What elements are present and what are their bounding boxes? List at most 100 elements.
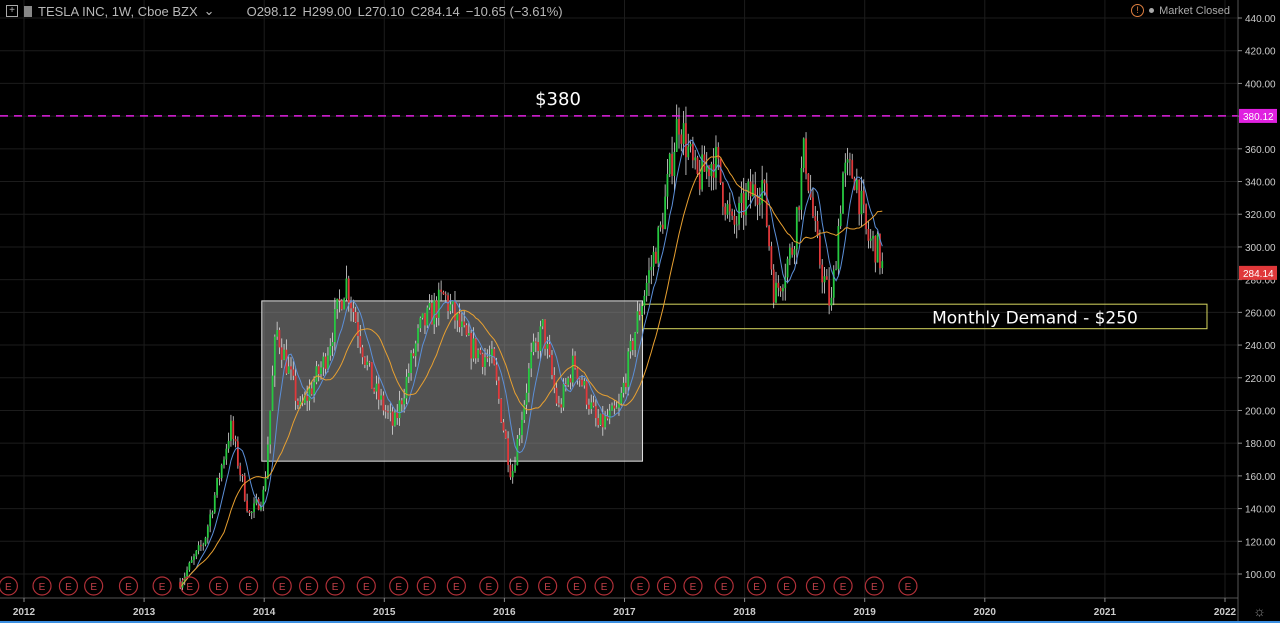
candle-body [775,282,777,303]
candle-body [855,179,858,190]
candle-body [872,235,874,239]
price-tick-label: 360.00 [1245,145,1276,156]
candle-body [788,247,791,259]
warning-icon[interactable]: ! [1131,4,1145,17]
symbol-title[interactable]: TESLA INC, 1W, Cboe BZX [38,4,198,19]
candle-body [768,226,770,247]
change-value: −10.65 (−3.61%) [465,3,563,19]
candle-body [601,414,604,428]
candle-body [655,251,657,264]
candle-body [320,367,322,375]
candle-body [691,143,694,161]
candle-body [588,404,590,409]
candle-body [747,181,750,193]
candle-body [345,278,348,299]
candle-body [583,381,586,386]
candle-body [530,351,533,369]
candle-body [518,435,521,439]
candle-body [216,478,218,496]
candle-body [849,159,851,161]
earnings-marker-label: E [39,582,46,593]
candle-body [454,300,456,321]
candle-body [188,562,191,570]
candle-body [590,402,593,409]
earnings-marker-label: E [65,582,72,593]
candle-body [315,366,318,383]
candle-body [687,146,690,158]
market-status-label: Market Closed [1159,4,1230,17]
candle-body [562,383,565,408]
candle-body [731,211,734,216]
candle-body [689,143,692,147]
candle-body [560,404,563,408]
candle-body [800,168,803,210]
candle-body [232,420,235,440]
earnings-marker-label: E [215,582,222,593]
candle-body [444,294,447,296]
earnings-marker-label: E [485,582,492,593]
candle-body [830,297,833,306]
candle-body [839,213,842,227]
candle-body [234,439,237,442]
candle-body [604,416,606,428]
price-chart[interactable]: $380 Monthly Demand - $250 E E E E E E E E E E E E E E E… [0,0,1280,623]
candle-body [396,412,399,419]
candle-body [382,395,385,411]
candle-body [417,328,419,344]
candle-body [638,311,641,316]
time-tick-label: 2016 [493,607,516,618]
candle-body [463,321,466,326]
candle-body [624,382,627,388]
candle-body [641,306,643,316]
candle-body [721,182,724,207]
candle-body [456,313,459,321]
candle-body [597,418,600,426]
expand-icon[interactable]: + [6,5,18,17]
candle-body [569,378,572,383]
candle-body [394,412,396,426]
candle-body [728,204,731,212]
time-tick-label: 2017 [613,607,636,618]
candle-body [673,151,676,176]
candle-body [389,411,392,413]
open-value: O298.12 [246,3,297,19]
candle-body [495,364,498,381]
candle-body [336,298,339,310]
low-value: L270.10 [357,3,405,19]
candle-body [694,157,697,161]
price-tick-label: 340.00 [1245,178,1276,189]
candle-body [465,325,468,336]
candle-body [558,403,560,405]
candle-body [437,289,440,318]
resistance-price-label: 380.12 [1243,112,1274,123]
candle-body [537,342,540,351]
earnings-marker-label: E [395,582,402,593]
candle-body [666,174,669,197]
candle-body [502,422,505,431]
price-tick-label: 120.00 [1245,537,1276,548]
candle-body [835,269,837,271]
candle-body [546,344,549,349]
candle-body [440,289,443,292]
candle-body [350,302,352,309]
candle-body [805,138,807,174]
earnings-marker-label: E [5,582,12,593]
candle-body [571,355,574,383]
candle-body [869,238,872,241]
candle-body [555,387,558,404]
candle-body [525,392,528,405]
candle-body [384,410,387,412]
earnings-marker-label: E [871,582,878,593]
candle-body [592,402,595,407]
candle-body [306,395,309,401]
candle-body [860,190,863,215]
earnings-marker-label: E [453,582,460,593]
candle-body [497,380,500,399]
settings-icon[interactable]: ☼ [1253,603,1266,619]
demand-annotation: Monthly Demand - $250 [932,308,1138,328]
candle-body [779,287,782,292]
candle-body [527,368,530,393]
candle-body [735,224,738,226]
chevron-down-icon[interactable]: ⌄ [204,3,215,19]
candle-body [770,246,773,270]
